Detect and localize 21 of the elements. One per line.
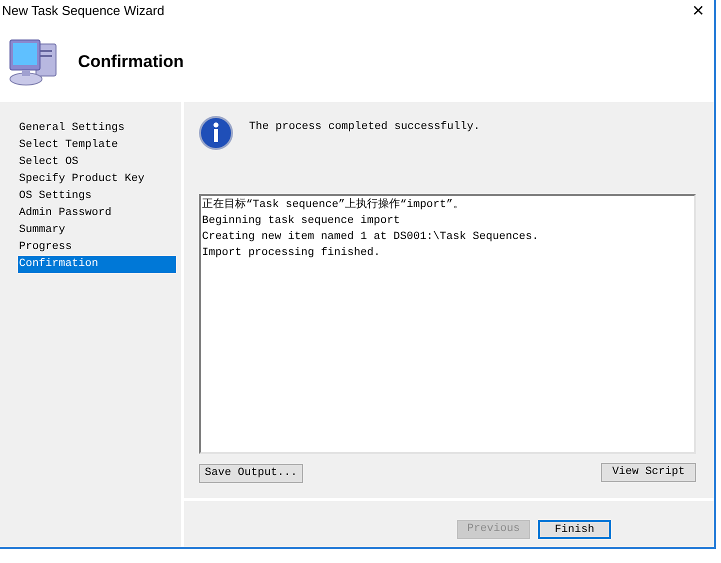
status-message: The process completed successfully.: [249, 120, 480, 135]
step-item[interactable]: Specify Product Key: [18, 171, 176, 188]
step-item[interactable]: Progress: [18, 239, 176, 256]
step-item[interactable]: OS Settings: [18, 188, 176, 205]
step-item[interactable]: Select OS: [18, 154, 176, 171]
log-line: 正在目标“Task sequence”上执行操作“import”。: [202, 197, 465, 213]
close-button[interactable]: ×: [692, 1, 704, 21]
step-item[interactable]: Confirmation: [18, 256, 176, 273]
step-item[interactable]: Summary: [18, 222, 176, 239]
finish-button[interactable]: Finish: [538, 520, 611, 538]
step-item[interactable]: Select Template: [18, 137, 176, 154]
info-icon: [199, 116, 233, 150]
log-line: Creating new item named 1 at DS001:\Task Sequences.: [202, 230, 540, 245]
save-output-button[interactable]: Save Output...: [199, 464, 303, 483]
view-script-button[interactable]: View Script: [601, 463, 696, 482]
log-line: Import processing finished.: [202, 246, 382, 261]
page-title: Confirmation: [78, 51, 184, 74]
step-item[interactable]: Admin Password: [18, 205, 176, 222]
step-item[interactable]: General Settings: [18, 120, 176, 137]
window-title: New Task Sequence Wizard: [2, 2, 164, 20]
log-line: Beginning task sequence import: [202, 214, 402, 229]
